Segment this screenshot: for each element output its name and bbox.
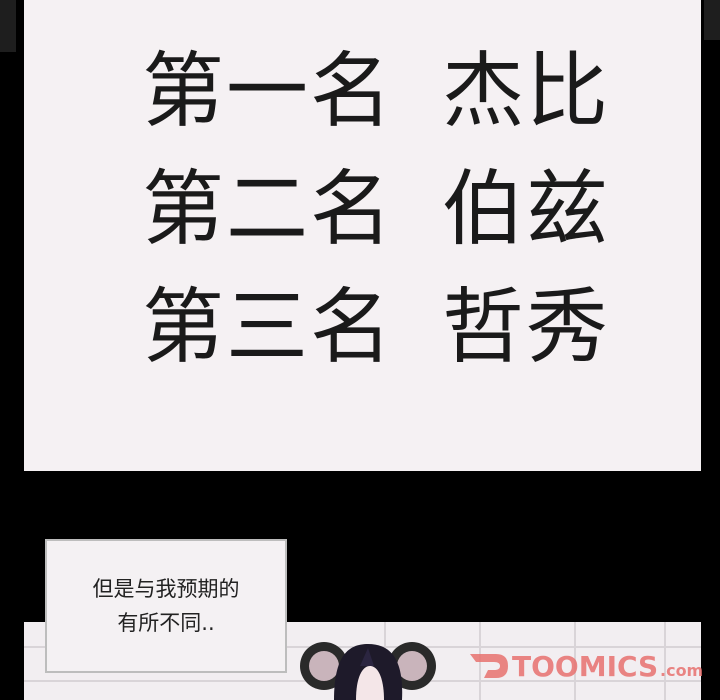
character-illustration xyxy=(300,642,436,700)
ranking-panel: 第一名 杰比 第二名 伯兹 第三名 哲秀 xyxy=(24,0,701,471)
rank-name-first: 杰比 xyxy=(442,44,611,139)
watermark-logo-icon xyxy=(470,654,508,678)
narration-line-2: 有所不同.. xyxy=(117,611,215,635)
rank-name-third: 哲秀 xyxy=(442,280,611,375)
previous-panel-edge-left xyxy=(0,0,16,52)
rank-line-first: 第一名 杰比 xyxy=(142,42,642,142)
narration-box: 但是与我预期的 有所不同.. xyxy=(45,539,287,673)
rank-line-second: 第二名 伯兹 xyxy=(142,160,642,260)
watermark-suffix: .com xyxy=(660,661,703,680)
rank-line-third: 第三名 哲秀 xyxy=(142,278,642,378)
rank-place-third: 第三名 xyxy=(142,280,395,375)
previous-panel-edge-right xyxy=(704,0,720,40)
rank-place-first: 第一名 xyxy=(142,44,395,139)
rank-place-second: 第二名 xyxy=(142,162,395,257)
narration-line-1: 但是与我预期的 xyxy=(92,577,240,601)
toomics-watermark: TOOMICS .com xyxy=(470,650,703,683)
watermark-text: TOOMICS xyxy=(512,650,658,683)
mouse-ear-left-inner xyxy=(309,651,339,681)
narration-text: 但是与我预期的 有所不同.. xyxy=(56,572,276,640)
rank-name-second: 伯兹 xyxy=(442,162,611,257)
mouse-ear-right-inner xyxy=(397,651,427,681)
